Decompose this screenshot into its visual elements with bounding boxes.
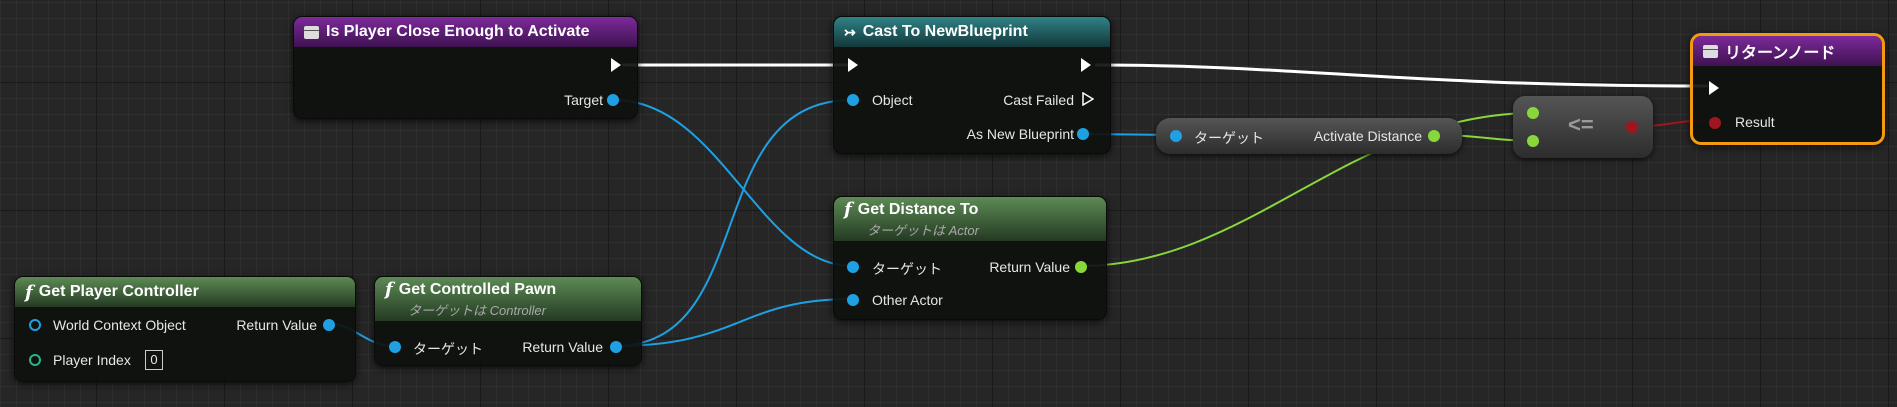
node-subtitle: ターゲットは Actor [867, 223, 979, 238]
result-pin[interactable] [1709, 117, 1721, 129]
getter-target-pin[interactable] [1170, 130, 1182, 142]
cast-node[interactable]: ↣ Cast To NewBlueprint Object Cast Faile… [833, 16, 1111, 154]
node-title: Get Player Controller [38, 283, 199, 300]
function-icon: f [385, 279, 393, 300]
object-wire-target-to-distance [613, 99, 853, 267]
as-new-blueprint-pin[interactable] [1077, 128, 1089, 140]
activate-distance-label: Activate Distance [1313, 128, 1422, 144]
node-title: Get Distance To [857, 200, 979, 218]
get-controlled-pawn-node[interactable]: f Get Controlled Pawn ターゲットは Controller タ… [374, 276, 642, 366]
as-new-blueprint-label: As New Blueprint [966, 126, 1074, 142]
node-header: f Get Distance To ターゲットは Actor [834, 197, 1106, 241]
function-icon: f [844, 199, 852, 220]
controller-return-pin[interactable] [323, 319, 335, 331]
getter-target-label: ターゲット [1194, 130, 1264, 146]
distance-return-pin[interactable] [1075, 261, 1087, 273]
node-title: Cast To NewBlueprint [862, 23, 1028, 40]
activate-distance-getter[interactable]: ターゲット Activate Distance [1156, 118, 1462, 154]
exec-out-pin[interactable] [611, 58, 621, 72]
distance-target-label: ターゲット [872, 261, 942, 277]
object-wire-pawn-to-cast [614, 99, 853, 347]
cast-failed-pin[interactable] [1082, 92, 1094, 106]
exec-wire-2 [1094, 63, 1709, 88]
player-index-input[interactable]: 0 [145, 350, 163, 370]
compare-a-pin[interactable] [1527, 107, 1539, 119]
controller-return-label: Return Value [236, 317, 317, 333]
distance-target-pin[interactable] [847, 261, 859, 273]
node-title: Get Controlled Pawn [398, 280, 557, 298]
exec-in-pin[interactable] [1709, 81, 1719, 95]
function-icon: f [25, 281, 33, 303]
distance-return-label: Return Value [989, 259, 1070, 275]
other-actor-label: Other Actor [872, 292, 943, 308]
target-pin[interactable] [607, 94, 619, 106]
compare-b-pin[interactable] [1527, 135, 1539, 147]
get-distance-to-node[interactable]: f Get Distance To ターゲットは Actor ターゲット Retu… [833, 196, 1107, 320]
pawn-return-label: Return Value [522, 339, 603, 355]
function-entry-icon [304, 25, 319, 39]
world-context-pin[interactable] [29, 319, 41, 331]
pawn-target-pin[interactable] [389, 341, 401, 353]
node-header: リターンノード [1693, 36, 1882, 66]
get-player-controller-node[interactable]: f Get Player Controller World Context Ob… [14, 276, 356, 382]
compare-result-pin[interactable] [1626, 121, 1638, 133]
return-node[interactable]: リターンノード Result [1690, 33, 1885, 145]
less-equal-node[interactable]: <= [1513, 96, 1653, 158]
node-subtitle: ターゲットは Controller [408, 303, 546, 318]
activate-distance-pin[interactable] [1428, 130, 1440, 142]
cast-failed-label: Cast Failed [1003, 92, 1074, 108]
node-header: Is Player Close Enough to Activate [294, 17, 637, 47]
target-label: Target [564, 92, 603, 108]
node-header: f Get Player Controller [15, 277, 355, 307]
exec-in-pin[interactable] [848, 58, 858, 72]
exec-out-pin[interactable] [1081, 58, 1091, 72]
node-header: ↣ Cast To NewBlueprint [834, 17, 1110, 47]
pawn-target-label: ターゲット [413, 341, 483, 357]
object-wire-pawn-to-other [614, 298, 853, 347]
cast-icon: ↣ [844, 23, 856, 40]
node-title: リターンノード [1725, 45, 1836, 62]
world-context-label: World Context Object [53, 317, 186, 333]
player-index-label: Player Index [53, 352, 131, 368]
player-index-pin[interactable] [29, 354, 41, 366]
compare-operator: <= [1568, 112, 1594, 137]
pawn-return-pin[interactable] [610, 341, 622, 353]
object-pin[interactable] [847, 94, 859, 106]
other-actor-pin[interactable] [847, 294, 859, 306]
return-node-icon [1703, 44, 1718, 58]
result-label: Result [1735, 114, 1775, 130]
node-title: Is Player Close Enough to Activate [326, 23, 590, 40]
function-entry-node[interactable]: Is Player Close Enough to Activate Targe… [293, 16, 638, 119]
node-header: f Get Controlled Pawn ターゲットは Controller [375, 277, 641, 321]
object-label: Object [872, 92, 913, 108]
